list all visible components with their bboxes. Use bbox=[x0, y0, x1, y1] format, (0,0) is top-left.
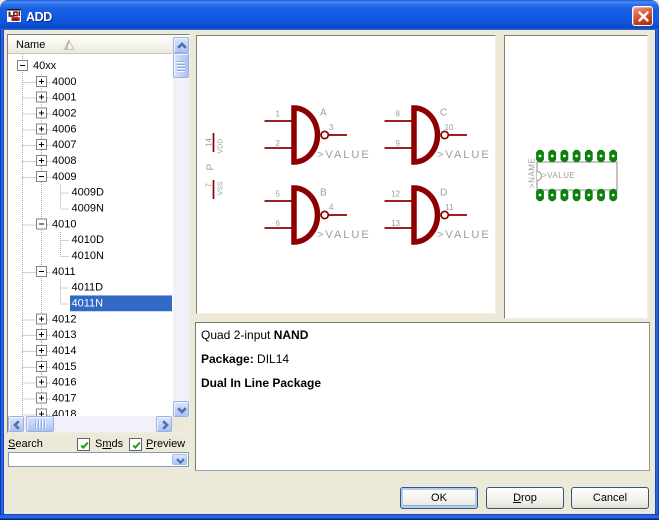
svg-text:>VALUE: >VALUE bbox=[542, 171, 575, 180]
svg-text:4006: 4006 bbox=[52, 123, 76, 135]
svg-text:12: 12 bbox=[391, 190, 400, 199]
svg-text:4: 4 bbox=[329, 203, 334, 212]
svg-text:4010N: 4010N bbox=[72, 250, 104, 262]
svg-text:4011D: 4011D bbox=[72, 282, 104, 294]
svg-text:6: 6 bbox=[276, 219, 281, 228]
svg-text:B: B bbox=[320, 188, 327, 199]
svg-text:VSS: VSS bbox=[218, 181, 225, 195]
svg-text:5: 5 bbox=[276, 190, 281, 199]
svg-text:4014: 4014 bbox=[52, 345, 76, 357]
svg-text:4008: 4008 bbox=[52, 155, 76, 167]
svg-text:2: 2 bbox=[276, 139, 281, 148]
svg-text:13: 13 bbox=[391, 219, 400, 228]
svg-text:>VALUE: >VALUE bbox=[437, 229, 491, 241]
svg-text:4012: 4012 bbox=[52, 313, 76, 325]
svg-text:10: 10 bbox=[445, 123, 454, 132]
svg-text:4016: 4016 bbox=[52, 377, 76, 389]
svg-text:4002: 4002 bbox=[52, 107, 76, 119]
svg-text:4017: 4017 bbox=[52, 392, 76, 404]
svg-text:D: D bbox=[440, 188, 447, 199]
svg-text:3: 3 bbox=[329, 123, 334, 132]
svg-text:4013: 4013 bbox=[52, 329, 76, 341]
svg-text:VDD: VDD bbox=[218, 139, 225, 154]
svg-text:9: 9 bbox=[396, 139, 401, 148]
svg-text:4007: 4007 bbox=[52, 139, 76, 151]
svg-text:7: 7 bbox=[205, 183, 214, 188]
svg-text:C: C bbox=[440, 108, 447, 119]
svg-text:4009D: 4009D bbox=[72, 187, 104, 199]
svg-text:P: P bbox=[206, 164, 217, 171]
svg-text:>VALUE: >VALUE bbox=[437, 149, 491, 161]
svg-text:4001: 4001 bbox=[52, 92, 76, 104]
svg-text:8: 8 bbox=[396, 110, 401, 119]
svg-text:>VALUE: >VALUE bbox=[317, 229, 371, 241]
svg-text:4009: 4009 bbox=[52, 171, 76, 183]
svg-text:14: 14 bbox=[205, 138, 214, 147]
svg-text:40xx: 40xx bbox=[33, 60, 57, 72]
svg-text:>NAME: >NAME bbox=[528, 158, 537, 188]
svg-text:4010: 4010 bbox=[52, 218, 76, 230]
svg-text:4011: 4011 bbox=[52, 266, 76, 278]
svg-text:11: 11 bbox=[445, 203, 454, 212]
svg-text:4015: 4015 bbox=[52, 361, 76, 373]
svg-text:4009N: 4009N bbox=[72, 202, 104, 214]
svg-text:4010D: 4010D bbox=[72, 234, 104, 246]
svg-text:>VALUE: >VALUE bbox=[317, 149, 371, 161]
svg-text:1: 1 bbox=[276, 110, 281, 119]
svg-text:4011N: 4011N bbox=[72, 297, 104, 309]
svg-text:A: A bbox=[320, 108, 327, 119]
svg-text:4000: 4000 bbox=[52, 76, 76, 88]
